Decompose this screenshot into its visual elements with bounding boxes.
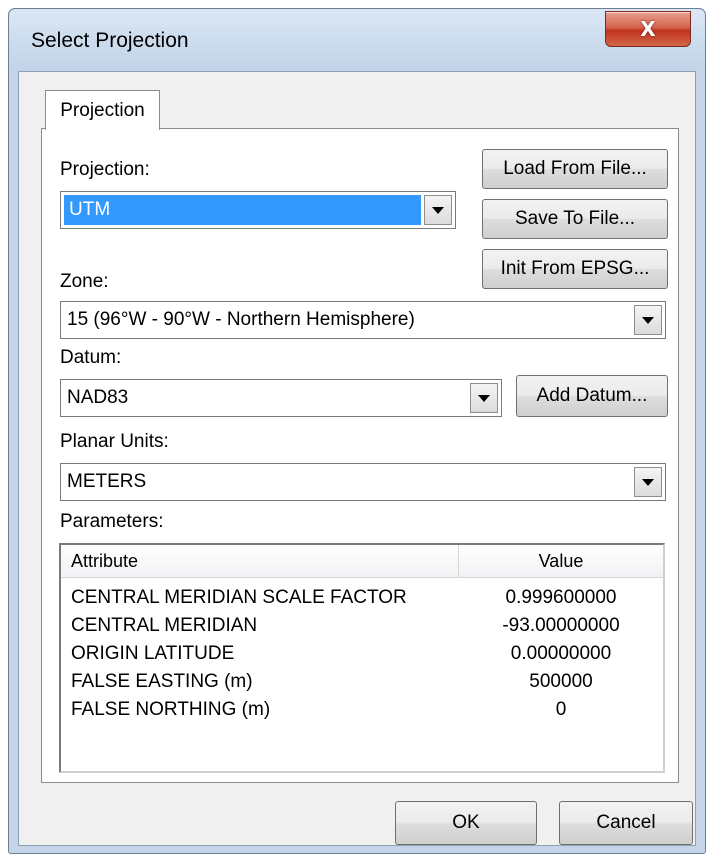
zone-label: Zone: xyxy=(60,271,109,292)
chevron-down-icon xyxy=(642,316,654,324)
row-value: 0 xyxy=(555,699,567,720)
datum-label: Datum: xyxy=(60,347,122,368)
init-from-epsg-button[interactable]: Init From EPSG... xyxy=(482,249,668,289)
projection-label: Projection: xyxy=(60,159,150,180)
row-attribute: CENTRAL MERIDIAN xyxy=(71,615,258,636)
cancel-button[interactable]: Cancel xyxy=(559,801,693,845)
projection-select-value: UTM xyxy=(69,199,111,220)
column-header-value[interactable]: Value xyxy=(459,545,663,577)
planar-units-select-value: METERS xyxy=(67,471,147,492)
column-header-value-label: Value xyxy=(538,550,584,571)
parameters-list-header: Attribute Value xyxy=(61,545,663,578)
parameters-list[interactable]: Attribute Value CENTRAL MERIDIAN SCALE F… xyxy=(59,543,665,773)
tab-projection[interactable]: Projection xyxy=(45,90,160,130)
ok-button[interactable]: OK xyxy=(395,801,537,845)
load-from-file-label: Load From File... xyxy=(503,158,647,179)
zone-select[interactable]: 15 (96°W - 90°W - Northern Hemisphere) xyxy=(60,301,666,339)
select-projection-dialog: Select Projection X Projection Projectio… xyxy=(8,8,706,854)
dialog-title: Select Projection xyxy=(31,29,189,52)
row-value: 0.00000000 xyxy=(510,643,612,664)
planar-units-dropdown-button[interactable] xyxy=(634,467,662,497)
add-datum-button[interactable]: Add Datum... xyxy=(516,375,668,417)
projection-select[interactable]: UTM xyxy=(60,191,456,229)
projection-dropdown-button[interactable] xyxy=(424,195,452,225)
row-value: -93.00000000 xyxy=(502,615,620,636)
datum-select[interactable]: NAD83 xyxy=(60,379,502,417)
save-to-file-button[interactable]: Save To File... xyxy=(482,199,668,239)
column-header-attribute-label: Attribute xyxy=(71,550,139,571)
title-bar[interactable]: Select Projection X xyxy=(9,9,705,71)
datum-dropdown-button[interactable] xyxy=(470,383,498,413)
row-value: 500000 xyxy=(529,671,593,692)
init-from-epsg-label: Init From EPSG... xyxy=(500,258,650,279)
add-datum-label: Add Datum... xyxy=(536,385,648,406)
row-attribute: CENTRAL MERIDIAN SCALE FACTOR xyxy=(71,587,407,608)
ok-label: OK xyxy=(452,812,480,833)
table-row[interactable]: CENTRAL MERIDIAN -93.00000000 xyxy=(61,613,663,641)
column-header-attribute[interactable]: Attribute xyxy=(61,545,459,577)
tab-projection-label: Projection xyxy=(60,99,145,121)
load-from-file-button[interactable]: Load From File... xyxy=(482,149,668,189)
planar-units-label: Planar Units: xyxy=(60,431,169,452)
table-row[interactable]: ORIGIN LATITUDE 0.00000000 xyxy=(61,641,663,669)
datum-select-value: NAD83 xyxy=(67,387,129,408)
table-row[interactable]: CENTRAL MERIDIAN SCALE FACTOR 0.99960000… xyxy=(61,585,663,613)
cancel-label: Cancel xyxy=(596,812,656,833)
row-attribute: ORIGIN LATITUDE xyxy=(71,643,235,664)
table-row[interactable]: FALSE EASTING (m) 500000 xyxy=(61,669,663,697)
chevron-down-icon xyxy=(642,478,654,486)
zone-dropdown-button[interactable] xyxy=(634,305,662,335)
table-row[interactable]: FALSE NORTHING (m) 0 xyxy=(61,697,663,725)
row-attribute: FALSE EASTING (m) xyxy=(71,671,253,692)
row-attribute: FALSE NORTHING (m) xyxy=(71,699,271,720)
row-value: 0.999600000 xyxy=(505,587,617,608)
planar-units-select[interactable]: METERS xyxy=(60,463,666,501)
save-to-file-label: Save To File... xyxy=(514,208,636,229)
close-icon: X xyxy=(640,17,656,41)
close-button[interactable]: X xyxy=(605,11,691,47)
dialog-client-area: Projection Projection: UTM Load From Fil… xyxy=(18,71,696,846)
chevron-down-icon xyxy=(478,394,490,402)
zone-select-value: 15 (96°W - 90°W - Northern Hemisphere) xyxy=(67,309,415,330)
projection-select-highlight xyxy=(64,195,421,225)
parameters-label: Parameters: xyxy=(60,511,164,532)
chevron-down-icon xyxy=(432,206,444,214)
